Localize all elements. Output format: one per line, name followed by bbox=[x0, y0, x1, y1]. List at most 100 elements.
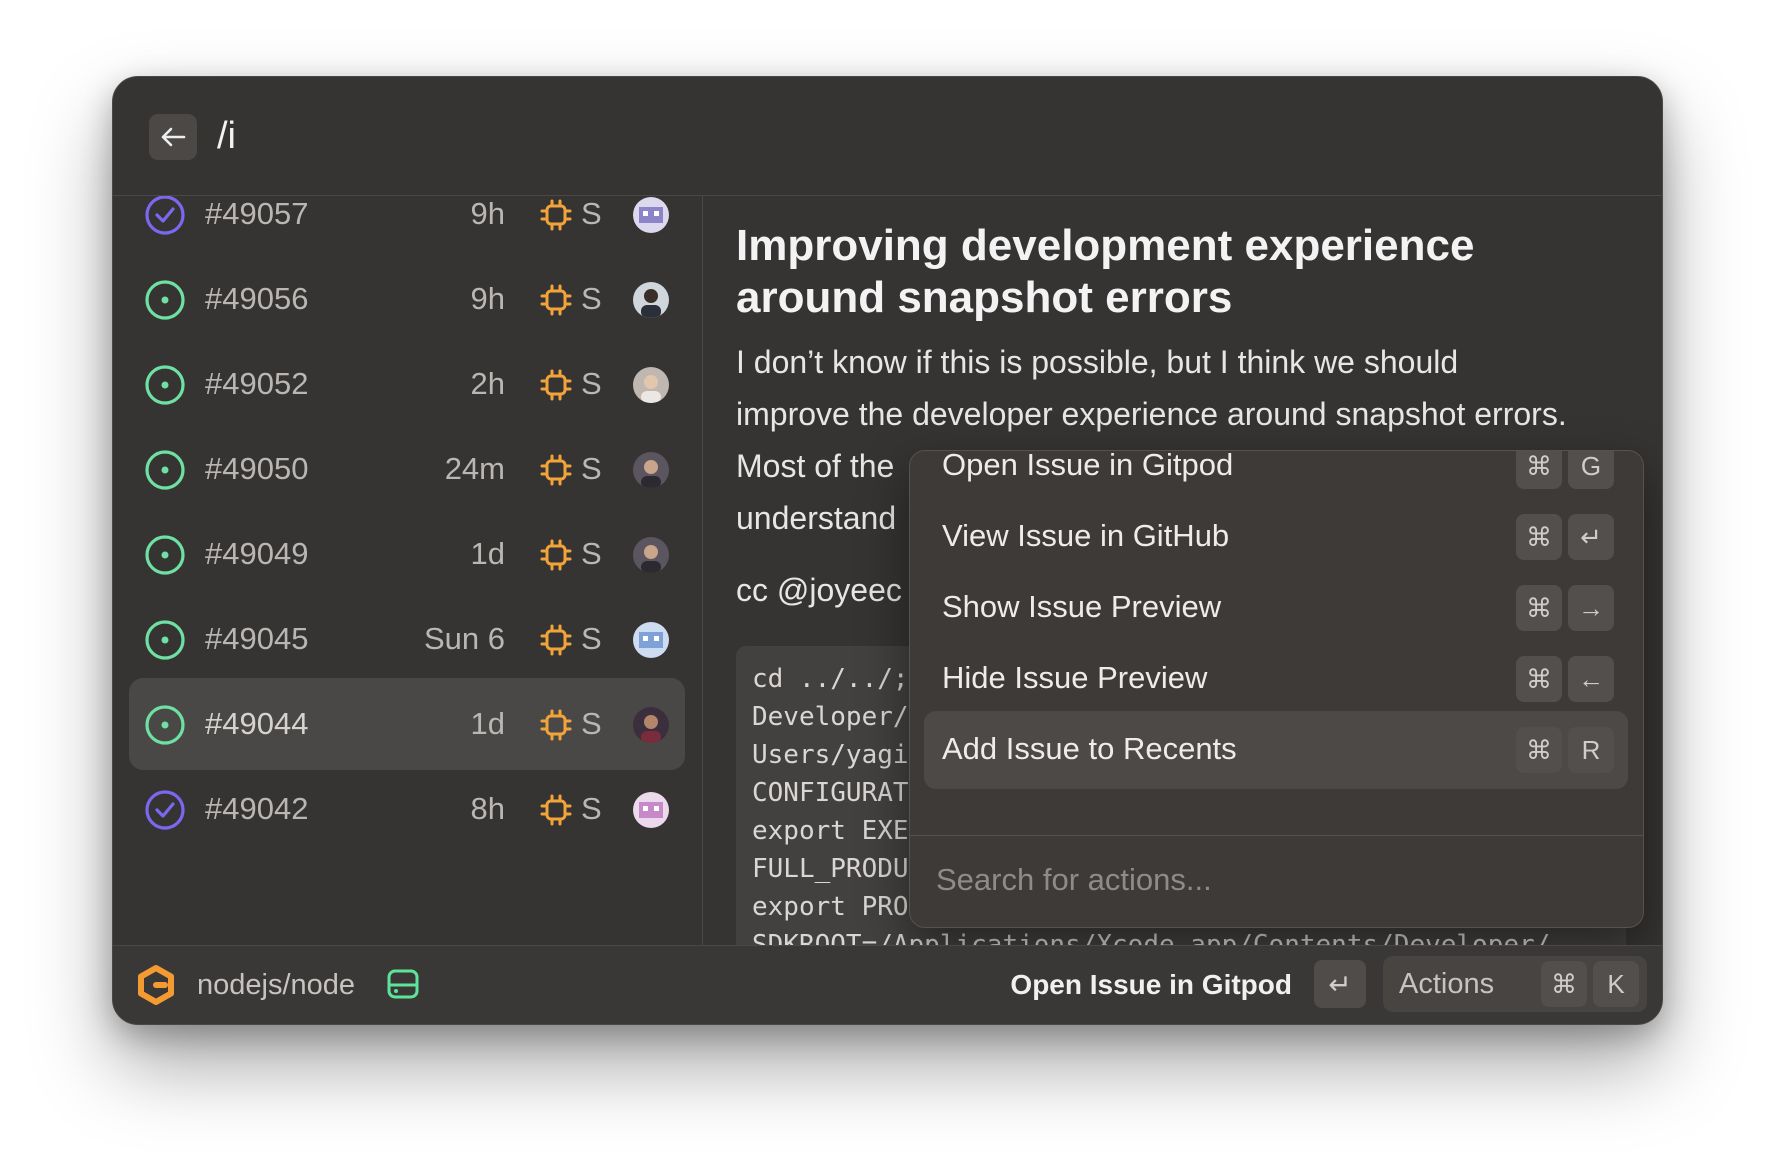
action-hide-preview[interactable]: Hide Issue Preview ⌘ ← bbox=[924, 640, 1628, 718]
issue-age: 8h bbox=[470, 791, 505, 826]
issue-age: 1d bbox=[470, 536, 505, 571]
issue-size: S bbox=[581, 536, 602, 571]
processor-icon bbox=[540, 199, 572, 231]
issue-open-icon bbox=[145, 620, 185, 660]
arrow-left-icon bbox=[161, 127, 186, 147]
issue-number: #49044 bbox=[205, 706, 309, 741]
issue-open-icon bbox=[145, 280, 185, 320]
list-item[interactable]: #49052 2h S bbox=[129, 338, 685, 430]
action-label: Show Issue Preview bbox=[942, 589, 1222, 624]
list-item[interactable]: #49044 1d S bbox=[129, 678, 685, 770]
issue-number: #49042 bbox=[205, 791, 309, 826]
issue-age: 1d bbox=[470, 706, 505, 741]
issue-size: S bbox=[581, 451, 602, 486]
issue-size: S bbox=[581, 366, 602, 401]
issue-list: #49057 9h S #49056 9h S #49052 2h S #490… bbox=[113, 196, 703, 945]
command-key-icon: ⌘ bbox=[1541, 961, 1587, 1007]
command-key-icon: ⌘ bbox=[1516, 514, 1562, 560]
issue-size: S bbox=[581, 196, 602, 231]
issue-number: #49057 bbox=[205, 196, 309, 231]
action-label: Open Issue in Gitpod bbox=[942, 450, 1234, 482]
action-show-preview[interactable]: Show Issue Preview ⌘ → bbox=[924, 569, 1628, 647]
issue-open-icon bbox=[145, 450, 185, 490]
actions-button[interactable]: Actions ⌘ K bbox=[1383, 956, 1647, 1012]
return-key-icon: ↵ bbox=[1568, 514, 1614, 560]
list-item[interactable]: #49056 9h S bbox=[129, 253, 685, 345]
command-key-icon: ⌘ bbox=[1516, 585, 1562, 631]
shortcut-key: R bbox=[1568, 727, 1614, 773]
issue-closed-icon bbox=[145, 790, 185, 830]
processor-icon bbox=[540, 454, 572, 486]
action-open-in-gitpod[interactable]: Open Issue in Gitpod ⌘ G bbox=[924, 450, 1628, 505]
list-item[interactable]: #49045 Sun 6 S bbox=[129, 593, 685, 685]
shortcut: ⌘ → bbox=[1516, 585, 1614, 631]
avatar bbox=[633, 707, 669, 743]
shortcut: ⌘ R bbox=[1516, 727, 1614, 773]
issue-body-line: improve the developer experience around … bbox=[736, 396, 1567, 432]
actions-menu: Open Issue in Gitpod ⌘ G View Issue in G… bbox=[909, 450, 1644, 928]
issue-closed-icon bbox=[145, 196, 185, 235]
search-header: /i bbox=[113, 77, 1662, 196]
arrow-right-icon: → bbox=[1568, 585, 1614, 631]
back-button[interactable] bbox=[149, 114, 197, 160]
list-item[interactable]: #49049 1d S bbox=[129, 508, 685, 600]
primary-action-button[interactable]: Open Issue in Gitpod bbox=[1010, 965, 1292, 1005]
issue-age: 9h bbox=[470, 196, 505, 231]
command-key-icon: ⌘ bbox=[1516, 727, 1562, 773]
processor-icon bbox=[540, 284, 572, 316]
shortcut: ⌘ G bbox=[1516, 451, 1614, 489]
issue-open-icon bbox=[145, 535, 185, 575]
issue-number: #49056 bbox=[205, 281, 309, 316]
issue-size: S bbox=[581, 281, 602, 316]
arrow-left-icon: ← bbox=[1568, 656, 1614, 702]
issue-number: #49049 bbox=[205, 536, 309, 571]
issue-age: Sun 6 bbox=[423, 621, 505, 656]
issue-number: #49050 bbox=[205, 451, 309, 486]
shortcut: ⌘ K bbox=[1541, 961, 1639, 1007]
actions-label: Actions bbox=[1399, 968, 1495, 1000]
avatar bbox=[633, 622, 669, 658]
shortcut-key: G bbox=[1568, 451, 1614, 489]
issue-age: 24m bbox=[444, 451, 505, 486]
issue-open-icon bbox=[145, 365, 185, 405]
avatar bbox=[633, 197, 669, 233]
repo-name: nodejs/node bbox=[197, 969, 356, 1001]
avatar bbox=[633, 367, 669, 403]
primary-key: ↵ bbox=[1328, 968, 1352, 1000]
search-actions-input[interactable] bbox=[934, 851, 1618, 909]
shortcut-key: K bbox=[1593, 961, 1639, 1007]
avatar bbox=[633, 282, 669, 318]
raycast-window: /i #49057 9h S #49056 9h S #49052 2h S #… bbox=[112, 76, 1663, 1025]
issue-open-icon bbox=[145, 705, 185, 745]
avatar bbox=[633, 537, 669, 573]
issue-age: 2h bbox=[470, 366, 505, 401]
issue-size: S bbox=[581, 791, 602, 826]
action-label: View Issue in GitHub bbox=[942, 518, 1230, 553]
processor-icon bbox=[540, 539, 572, 571]
processor-icon bbox=[540, 794, 572, 826]
list-item[interactable]: #49042 8h S bbox=[129, 763, 685, 855]
action-label: Hide Issue Preview bbox=[942, 660, 1208, 695]
shortcut: ⌘ ← bbox=[1516, 656, 1614, 702]
divider bbox=[910, 835, 1643, 836]
search-query[interactable]: /i bbox=[217, 113, 236, 159]
issue-title: Improving development experience around … bbox=[736, 221, 1475, 322]
issue-cc: cc @joyeec bbox=[736, 572, 902, 608]
action-view-in-github[interactable]: View Issue in GitHub ⌘ ↵ bbox=[924, 498, 1628, 576]
issue-number: #49045 bbox=[205, 621, 309, 656]
processor-icon bbox=[540, 624, 572, 656]
shortcut: ⌘ ↵ bbox=[1516, 514, 1614, 560]
list-item[interactable]: #49050 24m S bbox=[129, 423, 685, 515]
list-item[interactable]: #49057 9h S bbox=[129, 196, 685, 260]
avatar bbox=[633, 452, 669, 488]
command-key-icon: ⌘ bbox=[1516, 451, 1562, 489]
action-bar: nodejs/node Open Issue in Gitpod ↵ Actio… bbox=[113, 945, 1662, 1024]
avatar bbox=[633, 792, 669, 828]
action-add-to-recents[interactable]: Add Issue to Recents ⌘ R bbox=[924, 711, 1628, 789]
processor-icon bbox=[540, 369, 572, 401]
processor-icon bbox=[540, 709, 572, 741]
issue-size: S bbox=[581, 621, 602, 656]
issue-number: #49052 bbox=[205, 366, 309, 401]
issue-size: S bbox=[581, 706, 602, 741]
issue-body-line: I don’t know if this is possible, but I … bbox=[736, 344, 1459, 380]
